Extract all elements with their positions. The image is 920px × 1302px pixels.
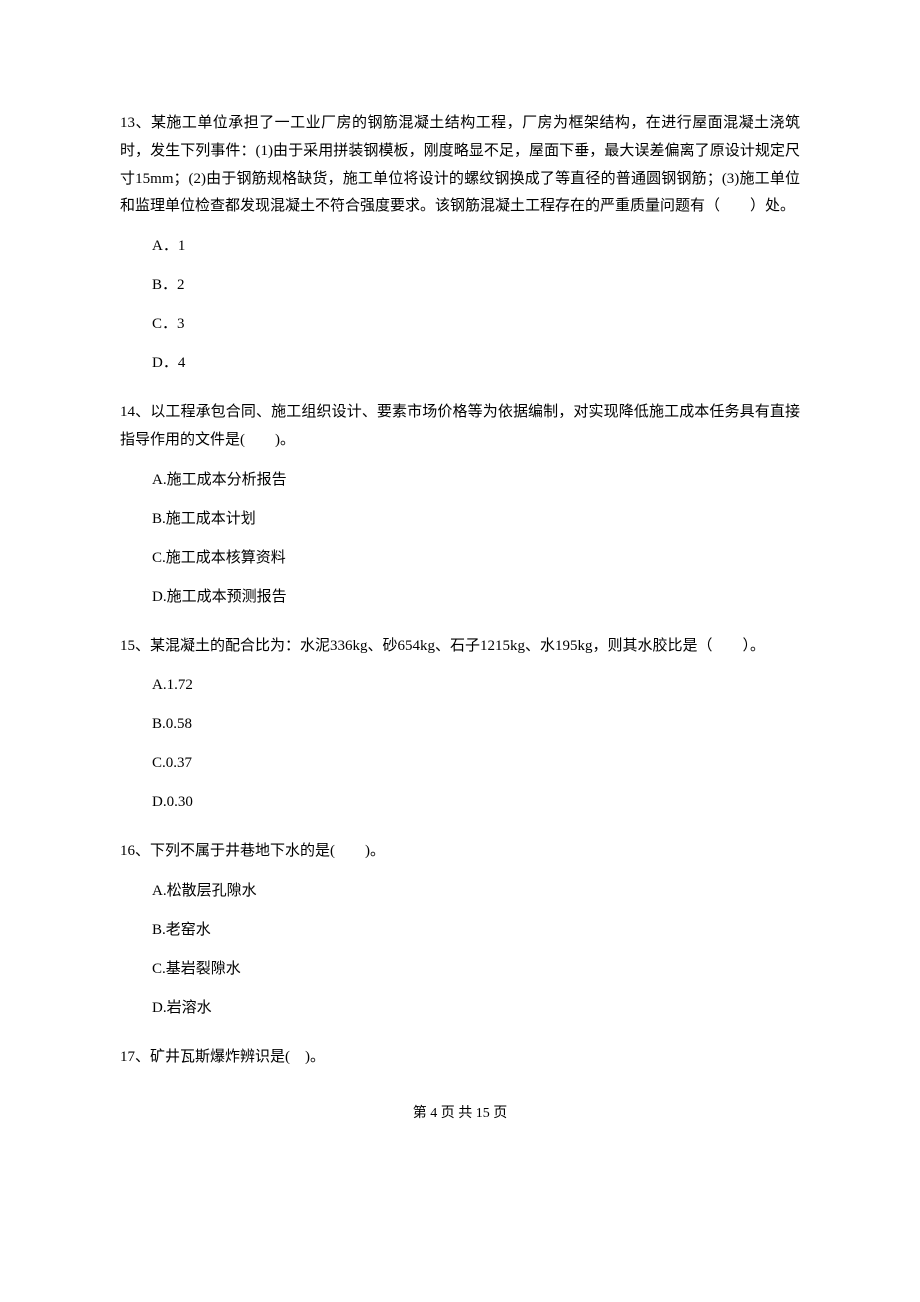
options-list: A.松散层孔隙水 B.老窑水 C.基岩裂隙水 D.岩溶水 [120, 884, 800, 1016]
option-b: B.0.58 [152, 717, 800, 732]
option-d: D.岩溶水 [152, 1001, 800, 1016]
question-text: 17、矿井瓦斯爆炸辨识是( )。 [120, 1044, 800, 1072]
option-b: B.施工成本计划 [152, 512, 800, 527]
options-list: A．1 B．2 C．3 D．4 [120, 239, 800, 371]
question-text: 14、以工程承包合同、施工组织设计、要素市场价格等为依据编制，对实现降低施工成本… [120, 399, 800, 455]
option-d: D.施工成本预测报告 [152, 590, 800, 605]
page-footer: 第 4 页 共 15 页 [120, 1102, 800, 1142]
question-text: 16、下列不属于井巷地下水的是( )。 [120, 838, 800, 866]
question-16: 16、下列不属于井巷地下水的是( )。 A.松散层孔隙水 B.老窑水 C.基岩裂… [120, 838, 800, 1016]
question-text: 15、某混凝土的配合比为：水泥336kg、砂654kg、石子1215kg、水19… [120, 633, 800, 661]
option-b: B．2 [152, 278, 800, 293]
question-number: 13、 [120, 115, 151, 131]
options-list: A.施工成本分析报告 B.施工成本计划 C.施工成本核算资料 D.施工成本预测报… [120, 473, 800, 605]
option-a: A.1.72 [152, 678, 800, 693]
option-a: A．1 [152, 239, 800, 254]
exam-page: 13、某施工单位承担了一工业厂房的钢筋混凝土结构工程，厂房为框架结构，在进行屋面… [0, 0, 920, 1182]
question-number: 14、 [120, 404, 150, 420]
option-d: D.0.30 [152, 795, 800, 810]
option-b: B.老窑水 [152, 923, 800, 938]
question-body: 某施工单位承担了一工业厂房的钢筋混凝土结构工程，厂房为框架结构，在进行屋面混凝土… [120, 115, 800, 214]
option-c: C.施工成本核算资料 [152, 551, 800, 566]
question-body: 矿井瓦斯爆炸辨识是( )。 [150, 1049, 325, 1065]
options-list: A.1.72 B.0.58 C.0.37 D.0.30 [120, 678, 800, 810]
option-d: D．4 [152, 356, 800, 371]
option-c: C．3 [152, 317, 800, 332]
question-14: 14、以工程承包合同、施工组织设计、要素市场价格等为依据编制，对实现降低施工成本… [120, 399, 800, 605]
question-number: 17、 [120, 1049, 150, 1065]
question-17: 17、矿井瓦斯爆炸辨识是( )。 [120, 1044, 800, 1072]
option-a: A.松散层孔隙水 [152, 884, 800, 899]
question-number: 16、 [120, 843, 150, 859]
question-body: 某混凝土的配合比为：水泥336kg、砂654kg、石子1215kg、水195kg… [150, 638, 765, 654]
question-number: 15、 [120, 638, 150, 654]
question-15: 15、某混凝土的配合比为：水泥336kg、砂654kg、石子1215kg、水19… [120, 633, 800, 811]
question-body: 下列不属于井巷地下水的是( )。 [150, 843, 385, 859]
question-text: 13、某施工单位承担了一工业厂房的钢筋混凝土结构工程，厂房为框架结构，在进行屋面… [120, 110, 800, 221]
question-13: 13、某施工单位承担了一工业厂房的钢筋混凝土结构工程，厂房为框架结构，在进行屋面… [120, 110, 800, 371]
option-c: C.0.37 [152, 756, 800, 771]
question-body: 以工程承包合同、施工组织设计、要素市场价格等为依据编制，对实现降低施工成本任务具… [120, 404, 800, 448]
option-c: C.基岩裂隙水 [152, 962, 800, 977]
option-a: A.施工成本分析报告 [152, 473, 800, 488]
